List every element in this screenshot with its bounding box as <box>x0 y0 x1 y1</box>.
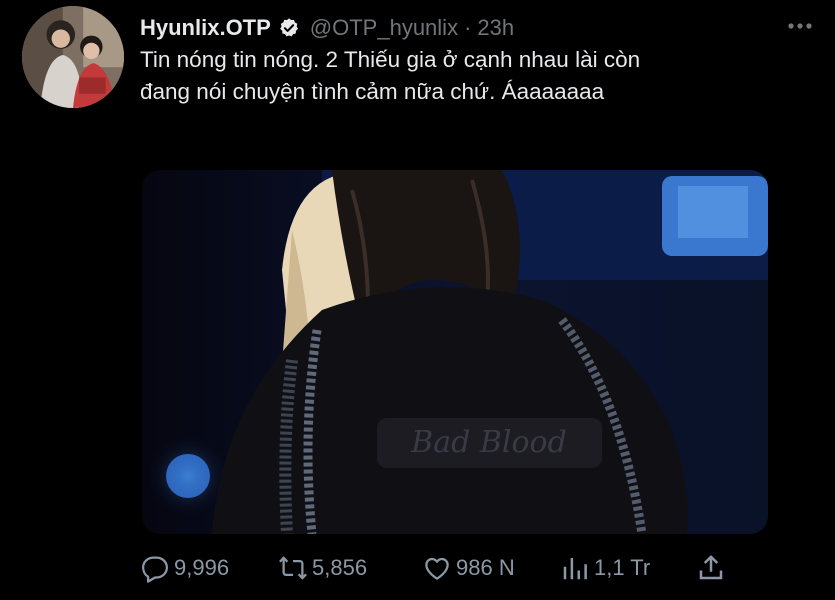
avatar[interactable] <box>22 6 124 108</box>
user-handle[interactable]: @OTP_hyunlix <box>310 15 458 41</box>
like-button[interactable]: 986 N <box>422 553 515 583</box>
retweet-icon <box>279 556 307 580</box>
tweet-text-line: đang nói chuyện tình cảm nữa chứ. Áaaaaa… <box>140 79 605 104</box>
tweet-media-image[interactable]: Bad Blood <box>142 170 768 534</box>
verified-badge-icon <box>279 18 298 37</box>
tweet-actions-bar: 9,996 5,856 986 N 1,1 Tr <box>140 548 740 588</box>
tweet-text-line: Tin nóng tin nóng. 2 Thiếu gia ở cạnh nh… <box>140 47 641 72</box>
like-count: 986 N <box>456 555 515 580</box>
media-photo: Bad Blood <box>142 170 768 534</box>
views-button[interactable]: 1,1 Tr <box>560 553 650 583</box>
avatar-photo <box>22 6 124 108</box>
share-icon <box>699 555 723 580</box>
reply-icon <box>142 556 168 583</box>
reply-count: 9,996 <box>174 555 230 580</box>
display-name[interactable]: Hyunlix.OTP <box>140 15 271 41</box>
separator-dot: · <box>464 15 472 40</box>
tweet-text: Tin nóng tin nóng. 2 Thiếu gia ở cạnh nh… <box>140 44 820 108</box>
share-button[interactable] <box>696 553 726 583</box>
views-count: 1,1 Tr <box>594 555 651 580</box>
retweet-count: 5,856 <box>312 555 368 580</box>
more-options-button[interactable] <box>785 16 815 36</box>
views-icon <box>563 558 587 580</box>
jacket-embroidery-text: Bad Blood <box>410 425 567 460</box>
more-dots-icon <box>788 23 812 29</box>
tweet-header: Hyunlix.OTP @OTP_hyunlix · 23h <box>140 12 815 44</box>
tweet-time[interactable]: 23h <box>477 15 514 41</box>
retweet-button[interactable]: 5,856 <box>278 553 367 583</box>
reply-button[interactable]: 9,996 <box>140 553 229 583</box>
heart-icon <box>425 557 449 580</box>
